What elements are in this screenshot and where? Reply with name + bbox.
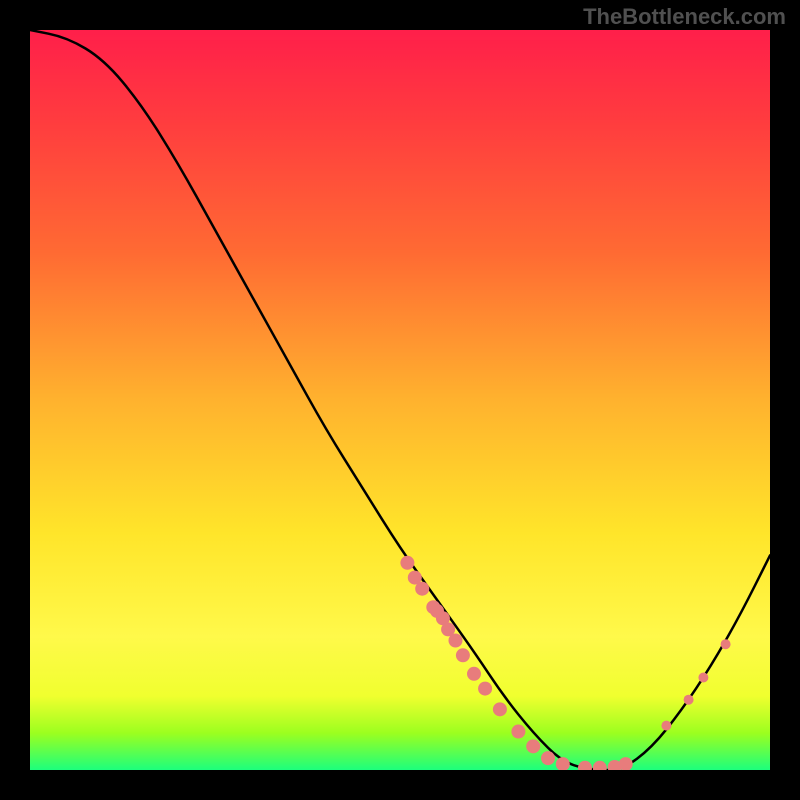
data-point <box>478 682 492 696</box>
data-point <box>721 639 731 649</box>
data-point <box>493 702 507 716</box>
bottleneck-curve <box>30 30 770 770</box>
data-point <box>698 673 708 683</box>
data-point <box>467 667 481 681</box>
data-point <box>684 695 694 705</box>
curve-svg <box>30 30 770 770</box>
data-point <box>593 761 607 770</box>
chart-container: TheBottleneck.com <box>0 0 800 800</box>
data-point <box>526 739 540 753</box>
data-point <box>456 648 470 662</box>
data-point <box>400 556 414 570</box>
data-point <box>449 634 463 648</box>
data-point <box>511 725 525 739</box>
data-point <box>619 757 633 770</box>
data-point <box>578 761 592 770</box>
data-point <box>541 751 555 765</box>
plot-area <box>30 30 770 770</box>
data-point <box>661 721 671 731</box>
watermark-text: TheBottleneck.com <box>583 4 786 30</box>
data-point <box>556 757 570 770</box>
data-point <box>415 582 429 596</box>
